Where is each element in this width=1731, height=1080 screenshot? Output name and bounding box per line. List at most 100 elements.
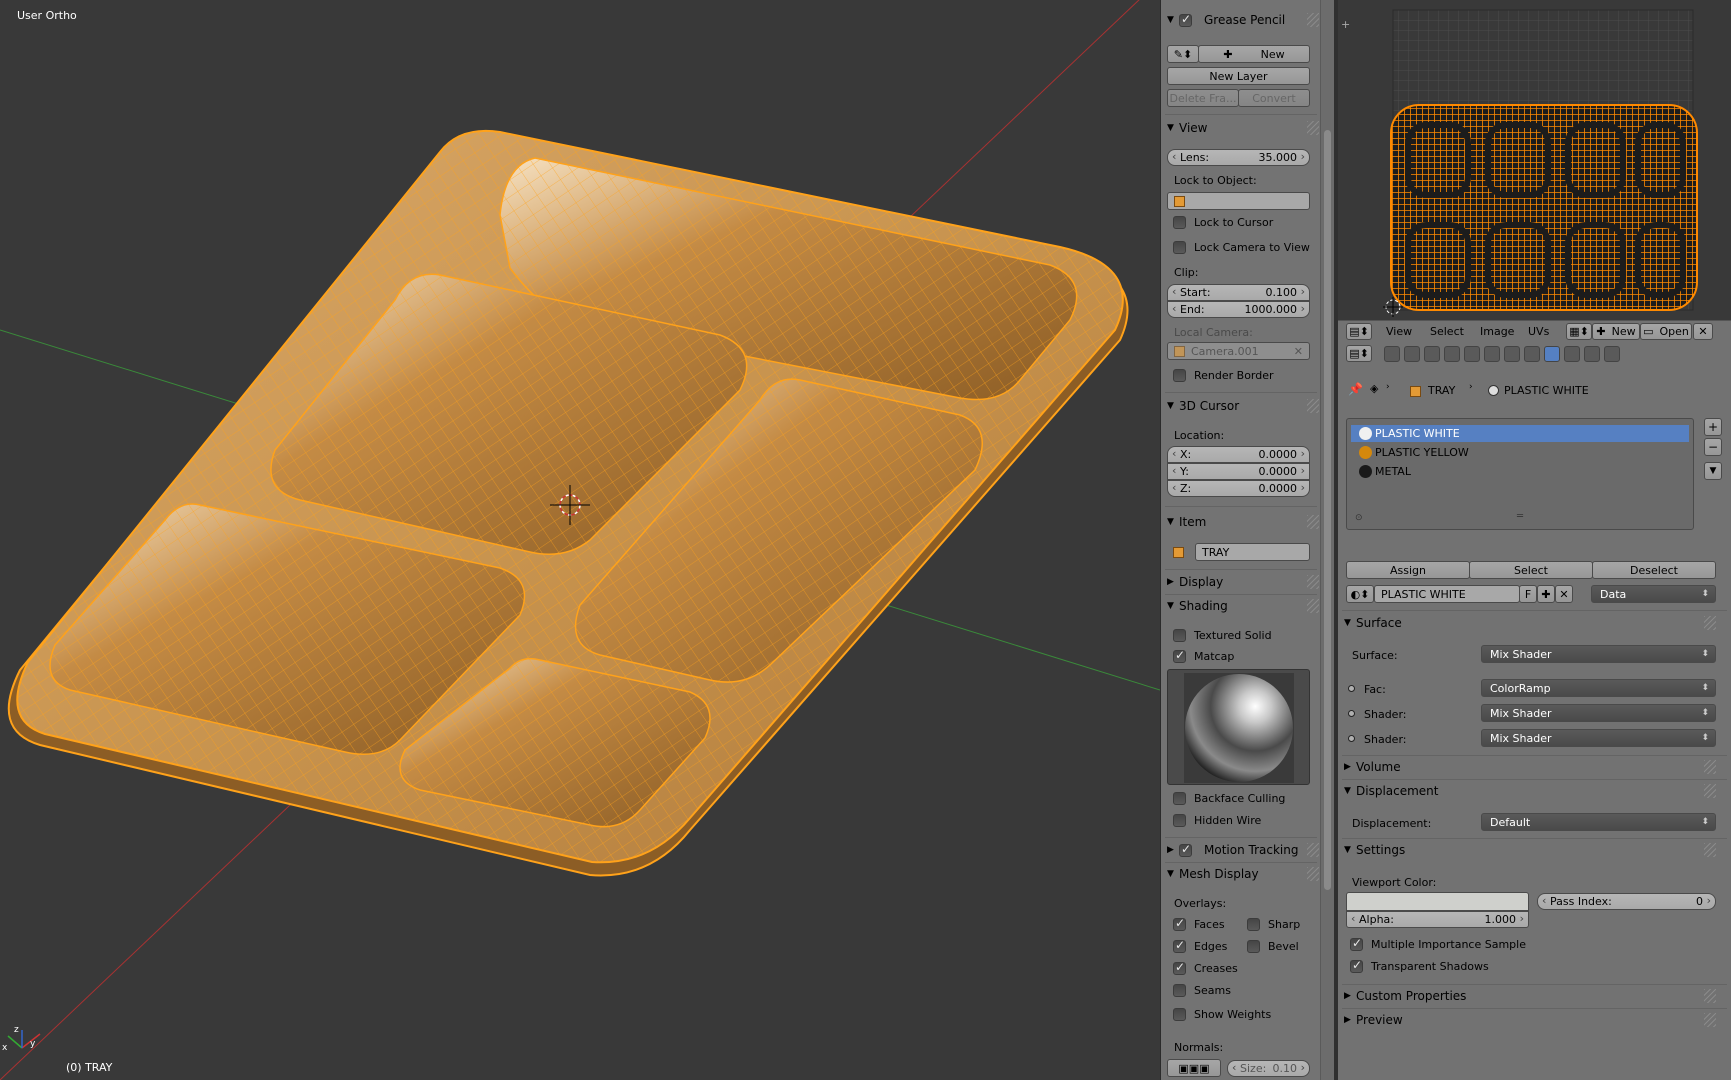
close-icon[interactable]: ✕ — [1693, 323, 1713, 340]
backface-culling-checkbox[interactable]: Backface Culling — [1173, 792, 1285, 805]
convert-button[interactable]: Convert — [1238, 89, 1310, 107]
tab-constraints-icon[interactable] — [1484, 346, 1500, 362]
displacement-dropdown[interactable]: Default — [1481, 813, 1716, 831]
3d-viewport[interactable]: x y z User Ortho (0) TRAY — [0, 0, 1160, 1080]
list-item[interactable]: METAL — [1351, 463, 1689, 480]
cursor-y-field[interactable]: Y:0.0000 — [1167, 463, 1310, 480]
menu-image[interactable]: Image — [1480, 325, 1514, 338]
sharp-checkbox[interactable]: Sharp — [1247, 918, 1300, 931]
side-panel-scrollbar[interactable] — [1320, 0, 1334, 1080]
cursor-x-field[interactable]: X:0.0000 — [1167, 446, 1310, 463]
lock-camera-to-view-checkbox[interactable]: Lock Camera to View — [1173, 241, 1310, 254]
tab-particles-icon[interactable] — [1584, 346, 1600, 362]
panel-header-item[interactable]: ▼ Item — [1167, 512, 1319, 532]
new-gp-button[interactable]: ✚ New — [1198, 45, 1310, 63]
add-slot-button[interactable]: + — [1704, 418, 1722, 436]
multiple-importance-checkbox[interactable]: Multiple Importance Sample — [1350, 936, 1526, 951]
panel-header-shading[interactable]: ▼ Shading — [1167, 596, 1319, 616]
menu-view[interactable]: View — [1386, 325, 1412, 338]
viewport-canvas[interactable]: x y z — [0, 0, 1160, 1080]
panel-header-view[interactable]: ▼ View — [1167, 118, 1319, 138]
panel-header-3d-cursor[interactable]: ▼ 3D Cursor — [1167, 396, 1319, 416]
pin-icon[interactable]: 📌 — [1348, 382, 1363, 396]
hidden-wire-checkbox[interactable]: Hidden Wire — [1173, 814, 1261, 827]
socket-icon[interactable] — [1348, 685, 1355, 692]
assign-button[interactable]: Assign — [1346, 561, 1470, 579]
motion-tracking-checkbox[interactable] — [1179, 842, 1192, 857]
new-layer-button[interactable]: New Layer — [1167, 67, 1310, 85]
fake-user-button[interactable]: F — [1519, 585, 1537, 603]
normals-display-buttons[interactable]: ▣▣▣ — [1167, 1059, 1221, 1077]
tab-scene-icon[interactable] — [1424, 346, 1440, 362]
menu-uvs[interactable]: UVs — [1528, 325, 1549, 338]
lock-object-field[interactable] — [1167, 192, 1310, 210]
item-name-field[interactable]: TRAY — [1195, 543, 1310, 561]
open-image-button[interactable]: ▭ Open — [1640, 323, 1692, 340]
tab-material-icon[interactable] — [1544, 346, 1560, 362]
viewport-color-swatch[interactable] — [1346, 892, 1529, 911]
brush-icon[interactable]: ✎⬍ — [1167, 45, 1199, 63]
show-weights-checkbox[interactable]: Show Weights — [1173, 1008, 1271, 1021]
socket-icon[interactable] — [1348, 735, 1355, 742]
clip-end-field[interactable]: End:1000.000 — [1167, 301, 1310, 318]
matcap-checkbox[interactable]: Matcap — [1173, 648, 1234, 663]
tab-physics-icon[interactable] — [1604, 346, 1620, 362]
transparent-shadows-checkbox[interactable]: Transparent Shadows — [1350, 958, 1489, 973]
panel-header-motion-tracking[interactable]: ▶Motion Tracking — [1167, 840, 1319, 860]
editor-type-icon[interactable]: ▤⬍ — [1346, 345, 1372, 362]
panel-header-displacement[interactable]: ▼ Displacement — [1344, 781, 1716, 801]
material-browse-icon[interactable]: ◐⬍ — [1346, 585, 1374, 603]
matcap-preview[interactable] — [1167, 669, 1310, 785]
drag-grip-icon[interactable] — [1307, 13, 1319, 27]
panel-header-display[interactable]: ▶ Display — [1167, 572, 1319, 592]
link-dropdown[interactable]: Data — [1591, 585, 1716, 603]
fac-dropdown[interactable]: ColorRamp — [1481, 679, 1716, 697]
clear-x-icon[interactable]: ✕ — [1294, 345, 1303, 358]
panel-header-mesh-display[interactable]: ▼ Mesh Display — [1167, 864, 1319, 884]
filter-icon[interactable]: ⊙ — [1355, 513, 1363, 523]
faces-checkbox[interactable]: Faces — [1173, 916, 1225, 931]
panel-header-surface[interactable]: ▼ Surface — [1344, 613, 1716, 633]
tab-render-layers-icon[interactable] — [1404, 346, 1420, 362]
textured-solid-checkbox[interactable]: Textured Solid — [1173, 629, 1272, 642]
panel-header-custom-properties[interactable]: ▶ Custom Properties — [1344, 986, 1716, 1006]
bevel-checkbox[interactable]: Bevel — [1247, 940, 1299, 953]
tab-object-icon[interactable] — [1464, 346, 1480, 362]
local-camera-field[interactable]: Camera.001 ✕ — [1167, 342, 1310, 360]
clip-start-field[interactable]: Start:0.100 — [1167, 284, 1310, 301]
panel-header-volume[interactable]: ▶ Volume — [1344, 757, 1716, 777]
edges-checkbox[interactable]: Edges — [1173, 938, 1227, 953]
lens-field[interactable]: Lens:35.000 — [1167, 149, 1310, 166]
slot-menu-button[interactable]: ▼ — [1704, 462, 1722, 480]
seams-checkbox[interactable]: Seams — [1173, 984, 1231, 997]
tab-data-icon[interactable] — [1524, 346, 1540, 362]
panel-header-grease-pencil[interactable]: ▼Grease Pencil — [1167, 10, 1319, 30]
list-item[interactable]: PLASTIC YELLOW — [1351, 444, 1689, 461]
select-button[interactable]: Select — [1469, 561, 1593, 579]
shader-2-dropdown[interactable]: Mix Shader — [1481, 729, 1716, 747]
normal-size-field[interactable]: Size:0.10 — [1227, 1060, 1310, 1077]
alpha-field[interactable]: Alpha:1.000 — [1346, 911, 1529, 928]
shader-1-dropdown[interactable]: Mix Shader — [1481, 704, 1716, 722]
lock-to-cursor-checkbox[interactable]: Lock to Cursor — [1173, 216, 1273, 229]
delete-frame-button[interactable]: Delete Fra... — [1167, 89, 1239, 107]
surface-shader-dropdown[interactable]: Mix Shader — [1481, 645, 1716, 663]
list-item[interactable]: PLASTIC WHITE — [1351, 425, 1689, 442]
unlink-x-icon[interactable]: ✕ — [1555, 585, 1573, 603]
pass-index-field[interactable]: Pass Index:0 — [1537, 893, 1716, 910]
plus-icon[interactable]: ✚ — [1537, 585, 1555, 603]
editor-type-icon[interactable]: ▤⬍ — [1346, 323, 1372, 340]
tab-texture-icon[interactable] — [1564, 346, 1580, 362]
tab-modifiers-icon[interactable] — [1504, 346, 1520, 362]
deselect-button[interactable]: Deselect — [1592, 561, 1716, 579]
socket-icon[interactable] — [1348, 710, 1355, 717]
tab-render-icon[interactable] — [1384, 346, 1400, 362]
menu-select[interactable]: Select — [1430, 325, 1464, 338]
resize-grip-icon[interactable]: ═ — [1517, 511, 1523, 522]
material-slot-list[interactable]: PLASTIC WHITE PLASTIC YELLOW METAL ⊙ ═ — [1346, 418, 1694, 530]
panel-header-preview[interactable]: ▶ Preview — [1344, 1010, 1716, 1030]
tab-world-icon[interactable] — [1444, 346, 1460, 362]
grease-pencil-checkbox[interactable] — [1179, 12, 1192, 27]
image-browse-icon[interactable]: ▦⬍ — [1566, 323, 1592, 340]
uv-canvas[interactable]: + — [1338, 0, 1731, 320]
